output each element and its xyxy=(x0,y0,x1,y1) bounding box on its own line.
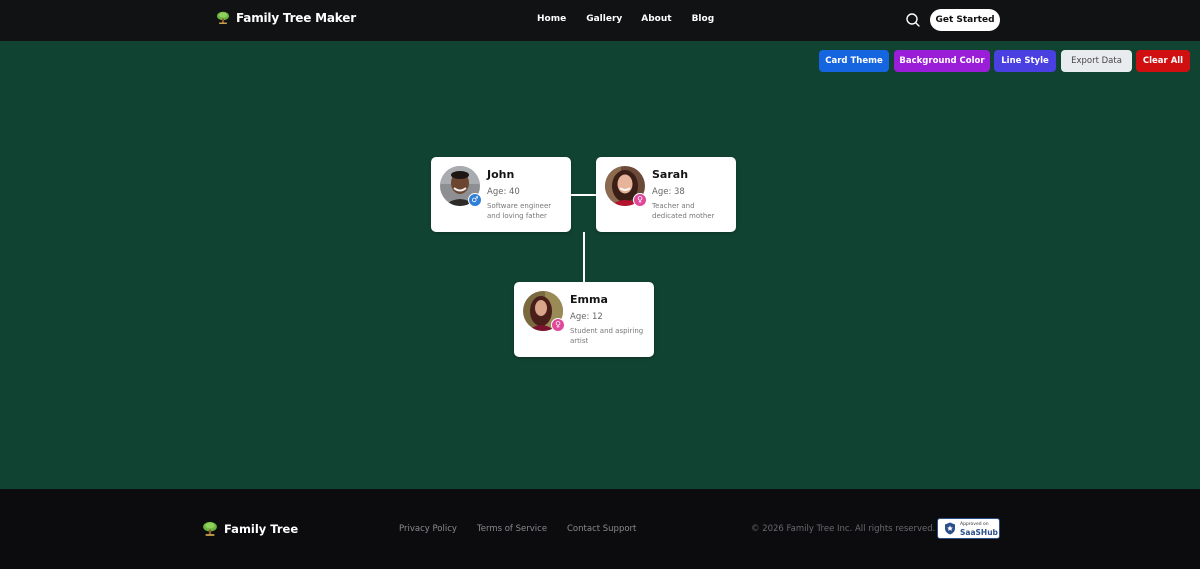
female-icon: ♀ xyxy=(633,193,647,207)
member-card-john[interactable]: ♂ John Age: 40 Software engineer and lov… xyxy=(431,157,571,232)
tree-icon xyxy=(217,11,229,24)
member-name: John xyxy=(487,168,515,181)
footer-brand-link[interactable]: Family Tree xyxy=(202,521,298,537)
member-age: Age: 40 xyxy=(487,187,520,197)
brand-name: Family Tree Maker xyxy=(236,11,356,25)
top-navbar: Family Tree Maker Home Gallery About Blo… xyxy=(0,0,1200,41)
male-icon: ♂ xyxy=(468,193,482,207)
search-icon xyxy=(906,13,920,27)
line-style-button[interactable]: Line Style xyxy=(994,50,1056,72)
family-tree-canvas[interactable]: Card Theme Background Color Line Style E… xyxy=(0,41,1200,489)
brand-logo-link[interactable]: Family Tree Maker xyxy=(216,11,356,25)
terms-of-service-link[interactable]: Terms of Service xyxy=(477,524,547,534)
member-description: Teacher and dedicated mother xyxy=(652,202,715,220)
badge-caption: Approved on xyxy=(960,522,989,527)
nav-about-link[interactable]: About xyxy=(641,14,671,24)
nav-blog-link[interactable]: Blog xyxy=(692,14,715,24)
copyright-text: © 2026 Family Tree Inc. All rights reser… xyxy=(751,524,936,534)
site-footer: Family Tree Privacy Policy Terms of Serv… xyxy=(0,489,1200,569)
member-card-emma[interactable]: ♀ Emma Age: 12 Student and aspiring arti… xyxy=(514,282,654,357)
tree-icon xyxy=(203,521,217,536)
main-nav: Home Gallery About Blog xyxy=(537,14,714,24)
footer-brand-name: Family Tree xyxy=(224,522,299,536)
export-data-button[interactable]: Export Data xyxy=(1061,50,1132,72)
search-button[interactable] xyxy=(905,12,921,28)
member-age: Age: 38 xyxy=(652,187,685,197)
member-card-sarah[interactable]: ♀ Sarah Age: 38 Teacher and dedicated mo… xyxy=(596,157,736,232)
get-started-button[interactable]: Get Started xyxy=(930,9,1000,31)
member-description: Software engineer and loving father xyxy=(487,202,552,220)
member-name: Sarah xyxy=(652,168,689,181)
child-connector xyxy=(583,232,585,282)
contact-support-link[interactable]: Contact Support xyxy=(567,524,636,534)
background-color-button[interactable]: Background Color xyxy=(894,50,990,72)
member-age: Age: 12 xyxy=(570,312,603,322)
nav-gallery-link[interactable]: Gallery xyxy=(586,14,622,24)
card-theme-button[interactable]: Card Theme xyxy=(819,50,889,72)
clear-all-button[interactable]: Clear All xyxy=(1136,50,1190,72)
badge-title: SaaSHub xyxy=(960,528,998,537)
saashub-badge[interactable]: Approved on SaaSHub xyxy=(937,518,1000,539)
female-icon: ♀ xyxy=(551,318,565,332)
member-name: Emma xyxy=(570,293,608,306)
privacy-policy-link[interactable]: Privacy Policy xyxy=(399,524,457,534)
member-description: Student and aspiring artist xyxy=(570,327,644,345)
shield-icon xyxy=(945,522,955,535)
spouse-connector xyxy=(571,194,596,196)
nav-home-link[interactable]: Home xyxy=(537,14,566,24)
